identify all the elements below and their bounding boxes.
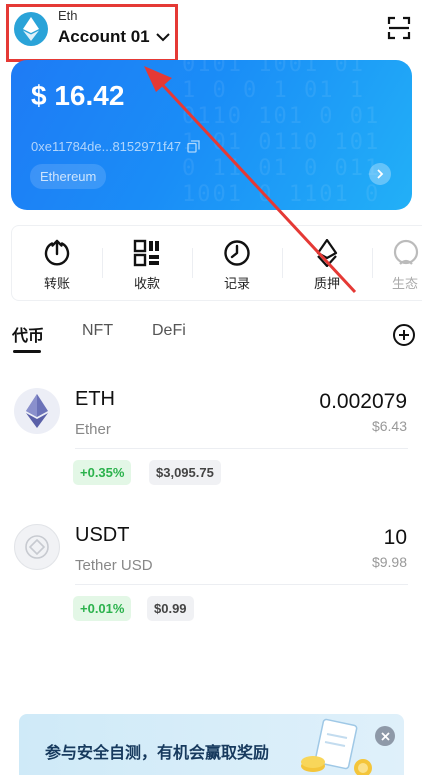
token-fiat-value: $6.43 [371,418,407,434]
wallet-home-screen: Eth Account 01 0101 1001 01 1 0 0 1 01 1… [0,0,422,775]
price-change-badge: +0.35% [73,460,132,485]
token-price-badge: $0.99 [147,596,194,621]
reward-illustration [301,718,372,775]
action-ecosystem-label: 生态 [392,276,419,291]
action-receive[interactable]: 收款 [102,226,192,300]
token-symbol: ETH [75,388,115,410]
card-pattern-decoration: 0101 1001 01 1 0 0 1 01 1 0110 101 0 01 … [182,60,381,210]
chevron-down-icon [155,32,170,41]
eth-network-icon[interactable] [14,12,48,46]
token-amount: 10 [383,526,407,549]
action-transfer[interactable]: 转账 [12,226,102,300]
token-name: Ether [75,421,111,438]
divider [75,448,408,449]
banner-text: 参与安全自测，有机会赢取奖励 [45,745,270,762]
wallet-address-row[interactable]: 0xe11784de...8152971f47 [31,139,200,154]
banner-close-button[interactable] [375,726,395,746]
active-tab-indicator [13,350,41,353]
action-stake[interactable]: 质押 [282,226,372,300]
account-switcher[interactable]: Account 01 [58,27,170,47]
network-label: Eth [58,8,78,23]
qrcode-icon [133,239,159,267]
token-symbol: USDT [75,524,130,546]
close-icon [380,731,390,741]
token-name: Tether USD [75,557,153,574]
price-change-badge: +0.01% [73,596,132,621]
action-ecosystem[interactable]: 生态 [372,226,422,300]
token-price-badge: $3,095.75 [149,460,221,485]
token-fiat-value: $9.98 [371,554,407,570]
action-receive-label: 收款 [133,276,160,291]
balance-card[interactable]: 0101 1001 01 1 0 0 1 01 1 0110 101 0 01 … [11,60,412,210]
total-balance: $ 16.42 [31,80,125,111]
plus-icon [399,330,409,340]
ecosystem-icon [393,239,419,265]
token-amount: 0.002079 [319,390,407,413]
tab-tokens[interactable]: 代币 [12,322,44,346]
wallet-address: 0xe11784de...8152971f47 [31,139,182,154]
action-transfer-label: 转账 [43,276,70,291]
action-stake-label: 质押 [313,276,340,291]
scan-icon[interactable] [387,16,411,40]
add-token-button[interactable] [393,324,415,346]
eth-token-icon [14,388,60,434]
tab-nft[interactable]: NFT [82,322,113,340]
security-promo-banner[interactable]: 参与安全自测，有机会赢取奖励 [19,714,404,775]
chain-badge: Ethereum [30,164,107,189]
divider [75,584,408,585]
tab-defi[interactable]: DeFi [152,322,186,340]
chevron-right-icon[interactable] [369,163,391,185]
account-name: Account 01 [58,27,150,46]
usdt-token-icon [14,524,60,570]
history-icon [224,240,250,266]
quick-actions-bar: 转账 收款 记录 质押 生态 [11,225,422,301]
copy-icon[interactable] [187,140,200,153]
transfer-icon [44,239,70,266]
action-history-label: 记录 [223,276,250,291]
action-history[interactable]: 记录 [192,226,282,300]
eth-stake-icon [316,239,338,267]
